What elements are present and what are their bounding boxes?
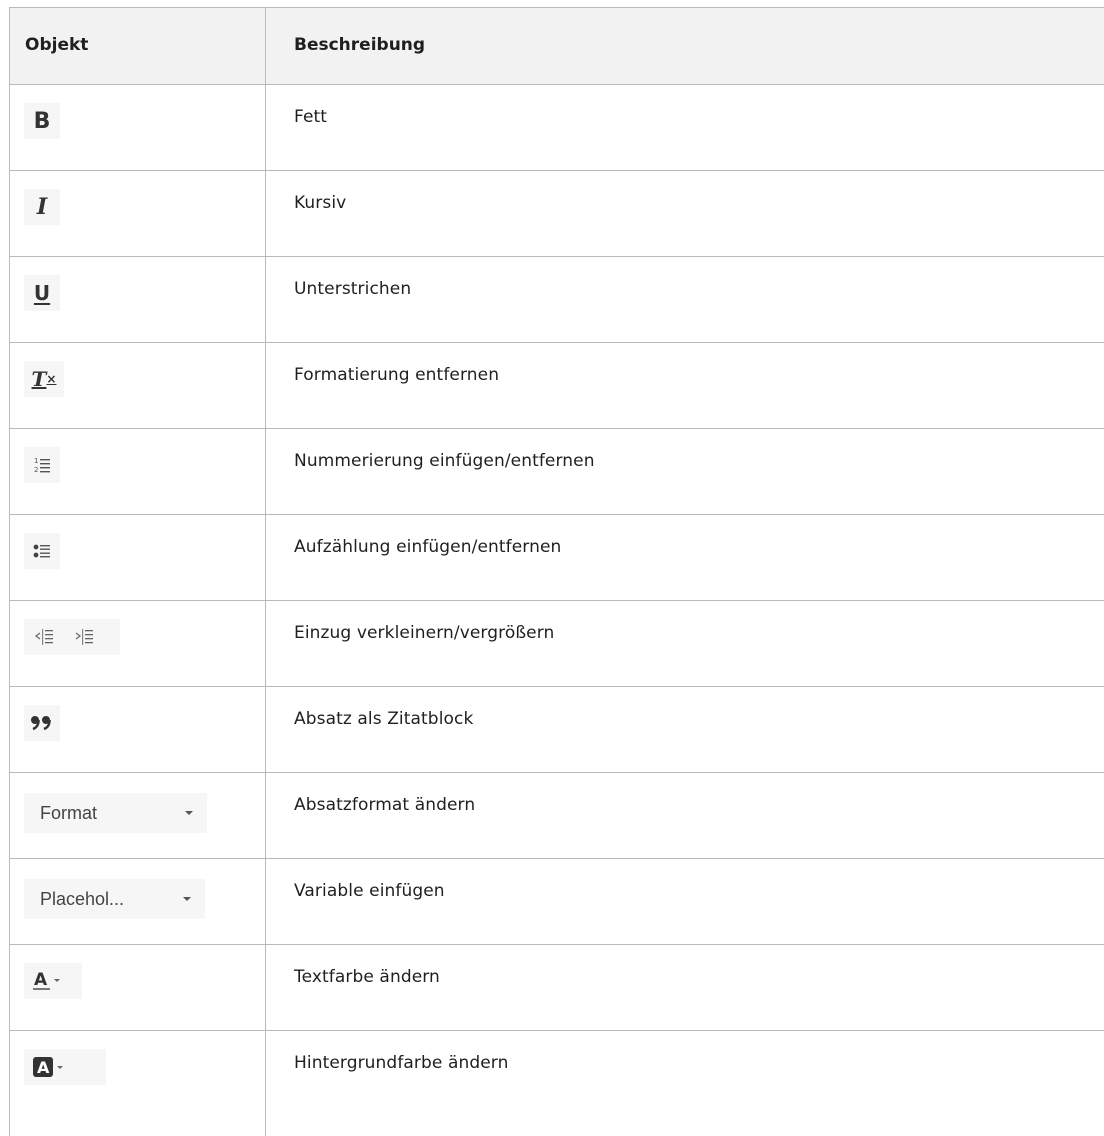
table-row: 1 2 Nummerierung einfügen/entfernen [10, 429, 1104, 515]
row-description: Variable einfügen [294, 881, 445, 901]
bold-icon: B [24, 103, 60, 139]
outdent-indent-icon [24, 619, 120, 655]
toolbar-reference-table: Objekt Beschreibung B Fett I Kursiv U Un… [9, 7, 1104, 1136]
placeholder-dropdown-label: Placehol... [40, 889, 125, 909]
row-description: Einzug verkleinern/vergrößern [294, 623, 555, 643]
indent-icon [75, 629, 93, 645]
dropdown-arrow-icon [185, 811, 193, 815]
header-object: Objekt [10, 8, 266, 84]
table-row: T × Formatierung entfernen [10, 343, 1104, 429]
header-description: Beschreibung [294, 35, 426, 55]
outdent-icon [35, 629, 53, 645]
row-description: Formatierung entfernen [294, 365, 500, 385]
row-description: Aufzählung einfügen/entfernen [294, 537, 562, 557]
blockquote-icon [24, 705, 60, 741]
numbered-list-icon: 1 2 [24, 447, 60, 483]
table-row: Aufzählung einfügen/entfernen [10, 515, 1104, 601]
row-description: Fett [294, 107, 328, 127]
table-row: Absatz als Zitatblock [10, 687, 1104, 773]
table-header-row: Objekt Beschreibung [10, 8, 1104, 85]
row-description: Unterstrichen [294, 279, 412, 299]
remove-format-icon: T × [24, 361, 64, 397]
table-row: I Kursiv [10, 171, 1104, 257]
background-color-icon: A [24, 1049, 106, 1085]
table-row: A Textfarbe ändern [10, 945, 1104, 1031]
row-description: Textfarbe ändern [294, 967, 440, 987]
row-description: Absatzformat ändern [294, 795, 476, 815]
dropdown-arrow-icon [183, 897, 191, 901]
bulleted-list-icon [24, 533, 60, 569]
table-row: U Unterstrichen [10, 257, 1104, 343]
svg-text:2: 2 [34, 466, 38, 474]
row-description: Absatz als Zitatblock [294, 709, 474, 729]
table-row: A Hintergrundfarbe ändern [10, 1031, 1104, 1136]
italic-icon: I [24, 189, 60, 225]
svg-text:A: A [37, 1058, 50, 1077]
row-description: Hintergrundfarbe ändern [294, 1053, 509, 1073]
table-row: Einzug verkleinern/vergrößern [10, 601, 1104, 687]
table-row: B Fett [10, 85, 1104, 171]
row-description: Kursiv [294, 193, 347, 213]
svg-text:1: 1 [34, 457, 38, 465]
placeholder-dropdown: Placehol... [24, 879, 205, 919]
svg-text:A: A [34, 970, 48, 990]
text-color-icon: A [24, 963, 82, 999]
table-row: Placehol... Variable einfügen [10, 859, 1104, 945]
format-dropdown: Format [24, 793, 207, 833]
underline-icon: U [24, 275, 60, 311]
row-description: Nummerierung einfügen/entfernen [294, 451, 595, 471]
format-dropdown-label: Format [40, 803, 98, 823]
table-row: Format Absatzformat ändern [10, 773, 1104, 859]
